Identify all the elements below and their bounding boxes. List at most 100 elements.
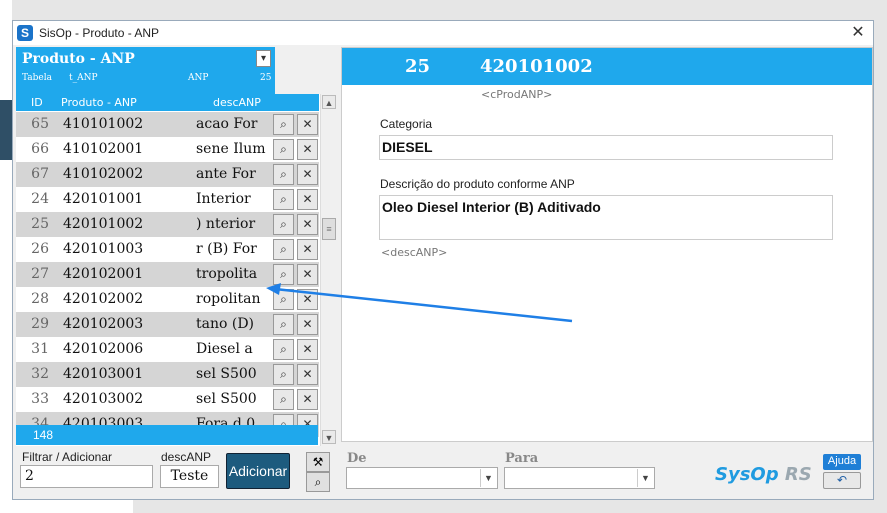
detail-id: 25 [405,56,431,77]
search-document-icon[interactable]: ⌕ [273,114,294,135]
table-name: t_ANP [69,73,98,83]
grid-footer: 148 [16,425,318,445]
detail-code: 420101002 [480,56,593,77]
row-produto: 420103002 [63,391,144,407]
background-window-left [0,0,12,513]
row-produto: 410102001 [63,141,144,157]
table-label: Tabela [22,73,53,83]
scroll-down-icon[interactable]: ▼ [322,430,336,444]
row-id: 32 [31,366,49,382]
row-desc: r (B) For [196,241,257,257]
row-produto: 410101002 [63,116,144,132]
grid-scrollbar[interactable]: ▲ ≡ ▼ [320,94,336,446]
search-document-icon[interactable]: ⌕ [273,189,294,210]
background-window-bottom [0,500,133,513]
table-row[interactable]: 28 420102002 ropolitan ⌕ ✕ [16,287,319,312]
detail-header: 25 420101002 [342,48,872,85]
search-document-icon[interactable]: ⌕ [273,339,294,360]
brand-suffix: RS [784,464,812,485]
help-button[interactable]: Ajuda [823,454,861,470]
para-label: Para [505,451,539,466]
table-row[interactable]: 27 420102001 tropolita ⌕ ✕ [16,262,319,287]
delete-x-icon[interactable]: ✕ [297,314,318,335]
title-bar: S SisOp - Produto - ANP ✕ [13,21,873,45]
table-row[interactable]: 66 410102001 sene Ilum ⌕ ✕ [16,137,319,162]
row-produto: 420102001 [63,266,144,282]
product-grid: ID Produto - ANP descANP 65 410101002 acao… [16,94,320,446]
search-document-icon[interactable]: ⌕ [273,164,294,185]
search-document-icon[interactable]: ⌕ [273,289,294,310]
anp-product-window: S SisOp - Produto - ANP ✕ Produto - ANP … [12,20,874,500]
table-row[interactable]: 32 420103001 sel S500 ⌕ ✕ [16,362,319,387]
table-row[interactable]: 29 420102003 tano (D) ⌕ ✕ [16,312,319,337]
col-produto-header[interactable]: Produto - ANP [61,96,137,109]
delete-x-icon[interactable]: ✕ [297,364,318,385]
scroll-up-icon[interactable]: ▲ [322,95,336,109]
row-produto: 420103001 [63,366,144,382]
add-button[interactable]: Adicionar [226,453,290,489]
search-document-icon[interactable]: ⌕ [273,364,294,385]
delete-x-icon[interactable]: ✕ [297,289,318,310]
window-title: SisOp - Produto - ANP [39,26,160,40]
row-id: 24 [31,191,49,207]
app-icon: S [17,25,33,41]
row-desc: nterior ( [196,216,256,232]
search-icon[interactable]: ⌕ [306,472,330,492]
delete-x-icon[interactable]: ✕ [297,189,318,210]
row-id: 29 [31,316,49,332]
categoria-field[interactable]: DIESEL [379,135,833,160]
col-id-header[interactable]: ID [31,96,43,109]
tools-icon[interactable]: ⚒ [306,452,330,472]
row-produto: 420101003 [63,241,144,257]
brand-logo: SysOp RS [715,464,812,485]
table-row[interactable]: 24 420101001 Interior ⌕ ✕ [16,187,319,212]
delete-x-icon[interactable]: ✕ [297,114,318,135]
chevron-down-icon: ▼ [480,469,496,487]
close-icon[interactable]: ✕ [849,24,867,42]
delete-x-icon[interactable]: ✕ [297,389,318,410]
table-row[interactable]: 65 410101002 acao For ⌕ ✕ [16,112,319,137]
table-row[interactable]: 25 420101002 nterior (⌕ ✕ [16,212,319,237]
code-tag: <cProdANP> [481,88,553,101]
delete-x-icon[interactable]: ✕ [297,139,318,160]
record-count: 148 [33,428,54,442]
search-document-icon[interactable]: ⌕ [273,239,294,260]
table-row[interactable]: 26 420101003 r (B) For ⌕ ✕ [16,237,319,262]
desc-input-label: descANP [161,450,212,464]
de-select[interactable]: ▼ [346,467,498,489]
undo-icon[interactable]: ↶ [823,472,861,489]
desc-input[interactable]: Teste [160,465,219,488]
delete-x-icon[interactable]: ✕ [297,239,318,260]
list-title: Produto - ANP [22,51,135,67]
list-header: Produto - ANP ▾ Tabela t_ANP ANP 25 [16,47,275,94]
row-id: 31 [31,341,49,357]
row-desc: sel S500 [196,366,257,382]
row-desc: tano (D) [196,316,255,332]
row-id: 25 [31,216,49,232]
search-document-icon[interactable]: ⌕ [273,314,294,335]
table-row[interactable]: 67 410102002 ante For ⌕ ✕ [16,162,319,187]
search-document-icon[interactable]: ⌕ [273,139,294,160]
row-desc: acao For [196,116,258,132]
table-row[interactable]: 31 420102006 Diesel a ⌕ ✕ [16,337,319,362]
para-select[interactable]: ▼ [504,467,655,489]
row-desc: Interior [196,191,251,207]
delete-x-icon[interactable]: ✕ [297,214,318,235]
search-document-icon[interactable]: ⌕ [273,389,294,410]
row-id: 66 [31,141,49,157]
row-desc: tropolita [196,266,258,282]
descricao-field[interactable]: Oleo Diesel Interior (B) Aditivado [379,195,833,240]
delete-x-icon[interactable]: ✕ [297,164,318,185]
scroll-thumb[interactable]: ≡ [322,218,336,240]
categoria-label: Categoria [380,117,433,131]
table-row[interactable]: 33 420103002 sel S500 ⌕ ✕ [16,387,319,412]
filter-input[interactable]: 2 [20,465,153,488]
search-document-icon[interactable]: ⌕ [273,214,294,235]
delete-x-icon[interactable]: ✕ [297,264,318,285]
row-produto: 420101001 [63,191,144,207]
search-document-icon[interactable]: ⌕ [273,264,294,285]
background-panel-dark [0,100,12,160]
col-desc-header[interactable]: descANP [213,96,261,109]
delete-x-icon[interactable]: ✕ [297,339,318,360]
dropdown-arrow-icon[interactable]: ▾ [256,50,271,67]
